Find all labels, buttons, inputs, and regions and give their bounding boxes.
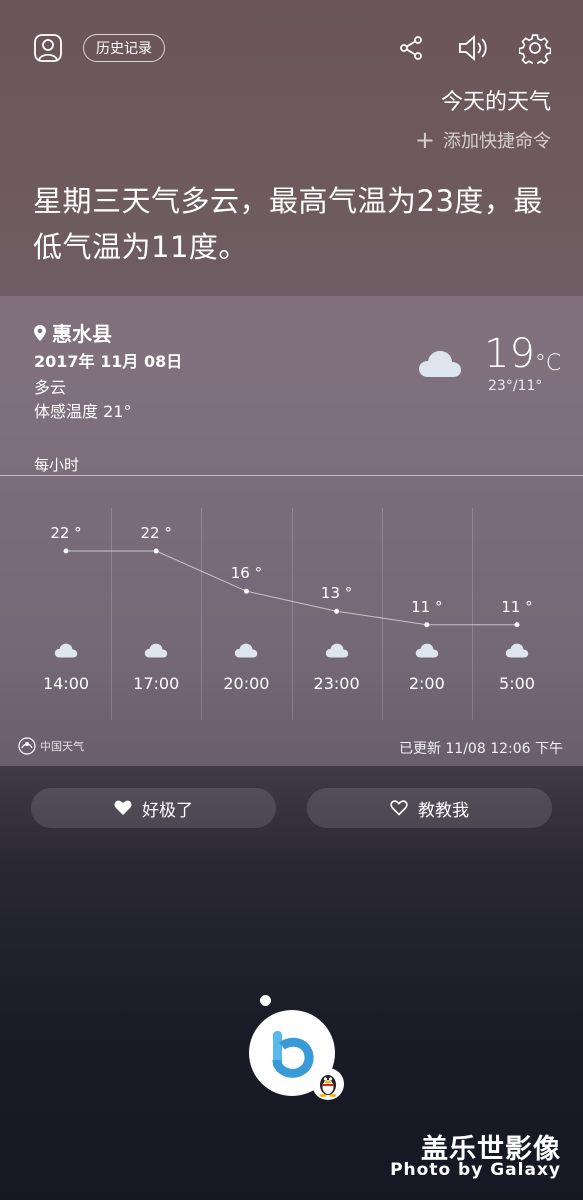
hourly-time-label: 23:00	[313, 674, 360, 693]
updated-time: 已更新 11/08 12:06 下午	[398, 741, 563, 757]
cloud-icon	[54, 642, 78, 662]
teach-me-button[interactable]: 教教我	[307, 788, 552, 828]
hourly-time-label: 2:00	[408, 674, 445, 693]
temp-point	[514, 622, 520, 628]
listening-dot	[260, 995, 271, 1006]
bixby-logo-icon	[272, 1031, 314, 1078]
temp-point	[63, 548, 69, 554]
hourly-temp-label: 22 °	[140, 524, 172, 542]
provider-logo[interactable]: 中国天气	[18, 737, 84, 755]
temp-point	[334, 608, 340, 614]
hourly-time-label: 17:00	[133, 674, 180, 693]
cloud-icon	[415, 642, 439, 662]
cloud-icon	[144, 642, 168, 662]
qq-penguin-icon[interactable]	[312, 1068, 344, 1100]
hourly-temp-label: 11 °	[411, 597, 443, 616]
heart-filled-icon	[114, 800, 132, 815]
heart-outline-icon	[390, 800, 408, 816]
temp-point	[153, 548, 159, 554]
hourly-time-label: 20:00	[223, 674, 270, 693]
temp-point	[424, 622, 430, 628]
great-label: 好极了	[142, 800, 193, 821]
cloud-icon	[325, 642, 349, 662]
hourly-temp-label: 16 °	[230, 564, 263, 583]
teach-label: 教教我	[418, 800, 469, 821]
cloud-icon	[505, 642, 529, 662]
hourly-temp-label: 22 °	[50, 524, 82, 542]
watermark-subtitle: Photo by Galaxy	[390, 1160, 561, 1180]
cloud-icon	[234, 642, 258, 662]
hourly-temp-label: 11 °	[501, 597, 533, 616]
temp-line	[66, 550, 517, 626]
hourly-temp-label: 13 °	[320, 584, 353, 603]
weather-china-logo-icon	[18, 737, 36, 755]
provider-name: 中国天气	[40, 740, 84, 753]
great-button[interactable]: 好极了	[31, 788, 276, 828]
hourly-time-label: 5:00	[499, 674, 535, 693]
temp-point	[243, 588, 249, 594]
hourly-time-label: 14:00	[42, 674, 90, 693]
